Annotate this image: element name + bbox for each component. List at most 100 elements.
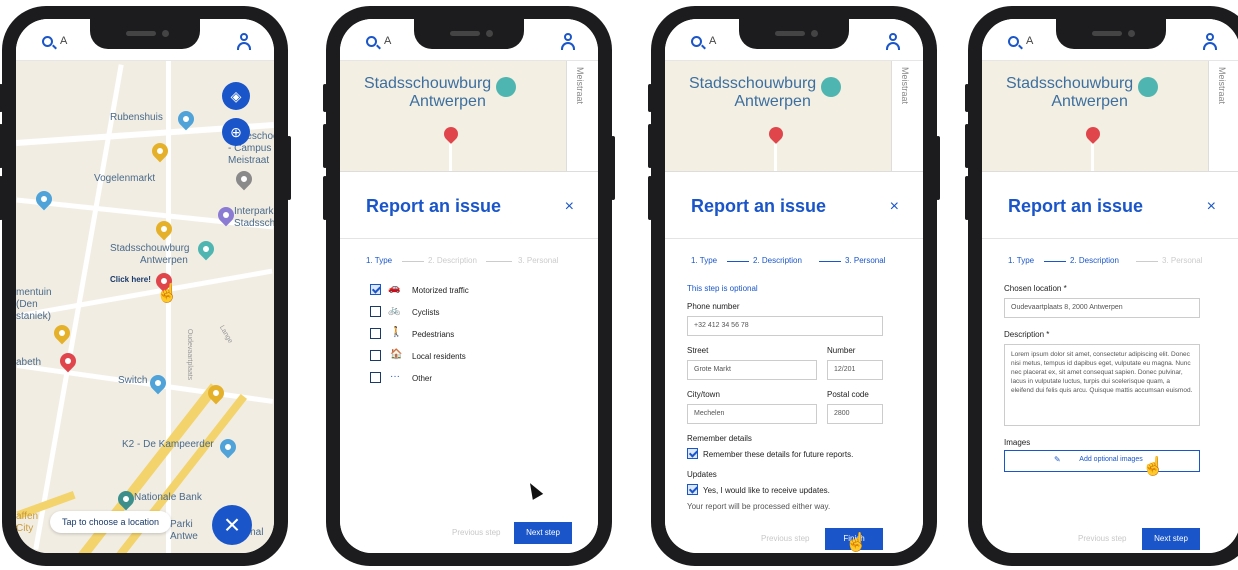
- optional-note: This step is optional: [687, 284, 758, 293]
- map-label-abeth: abeth: [16, 357, 42, 368]
- remember-checkbox[interactable]: [687, 448, 698, 459]
- checkbox-cyclists[interactable]: [370, 306, 381, 317]
- search-icon[interactable]: [1008, 36, 1019, 47]
- map-preview[interactable]: Meistraat Stadsschouwburg Antwerpen: [665, 61, 923, 171]
- search-input[interactable]: A: [60, 35, 67, 47]
- checkbox-motorized[interactable]: [370, 284, 381, 295]
- description-textarea[interactable]: Lorem ipsum dolor sit amet, consectetur …: [1004, 344, 1200, 426]
- close-map-button[interactable]: ×: [212, 505, 252, 545]
- map-label-nationale-bank: Nationale Bank: [134, 492, 202, 503]
- search-input[interactable]: A: [709, 35, 716, 47]
- map-label-stadsschouwburg: Stadsschouwburg: [110, 243, 190, 254]
- previous-step-button[interactable]: Previous step: [761, 534, 809, 543]
- search-icon[interactable]: [691, 36, 702, 47]
- arrow-cursor-icon: [524, 480, 544, 500]
- search-icon[interactable]: [42, 36, 53, 47]
- remember-heading: Remember details: [687, 434, 752, 443]
- user-icon[interactable]: [236, 33, 252, 50]
- venue-pin-icon: [821, 77, 841, 97]
- map-label-vogelenmarkt: Vogelenmarkt: [94, 173, 156, 184]
- panel-title: Report an issue: [366, 196, 502, 216]
- updates-heading: Updates: [687, 470, 717, 479]
- location-marker-icon: [441, 124, 461, 144]
- choose-location-chip[interactable]: Tap to choose a location: [50, 511, 172, 533]
- panel-title: Report an issue: [1008, 196, 1144, 216]
- step-3: 3. Personal: [518, 256, 559, 265]
- map-preview[interactable]: Meistraat Stadsschouwburg Antwerpen: [982, 61, 1238, 171]
- crosshair-icon: ⊕: [230, 124, 242, 140]
- location-marker-icon: [766, 124, 786, 144]
- layers-button[interactable]: ◈: [222, 82, 250, 110]
- checkbox-other[interactable]: [370, 372, 381, 383]
- place-pin-icon-2[interactable]: [32, 187, 56, 211]
- map-label-interpark: Interpark: [234, 206, 274, 217]
- number-input[interactable]: 12/201: [827, 360, 883, 380]
- previous-step-button[interactable]: Previous step: [1078, 534, 1126, 543]
- search-icon[interactable]: [366, 36, 377, 47]
- city-input[interactable]: Mechelen: [687, 404, 817, 424]
- hand-cursor-icon: ☝: [845, 532, 868, 552]
- search-input[interactable]: A: [1026, 35, 1033, 47]
- my-location-button[interactable]: ⊕: [222, 118, 250, 146]
- map-label-parki: Parki: [170, 519, 193, 530]
- next-step-button[interactable]: Next step: [514, 522, 572, 544]
- location-label: Chosen location *: [1004, 284, 1067, 293]
- map-label-stadssch: Stadssch: [234, 218, 274, 229]
- venue-name: Stadsschouwburg: [364, 75, 492, 92]
- previous-step-button[interactable]: Previous step: [452, 528, 500, 537]
- step-2: 2. Description: [753, 256, 802, 265]
- street-field-label: Street: [687, 346, 709, 355]
- postal-field-label: Postal code: [827, 390, 869, 399]
- close-icon[interactable]: ×: [565, 198, 574, 216]
- street-input[interactable]: Grote Markt: [687, 360, 817, 380]
- map-preview[interactable]: Meistraat Stadsschouwburg Antwerpen: [340, 61, 598, 171]
- search-input[interactable]: A: [384, 35, 391, 47]
- map-view[interactable]: Rubenshuis Hogeschool - Campus Meistraat…: [16, 61, 274, 553]
- map-label-k2: K2 - De Kampeerder: [122, 439, 214, 450]
- step-3: 3. Personal: [845, 256, 886, 265]
- postal-input[interactable]: 2800: [827, 404, 883, 424]
- user-icon[interactable]: [1202, 33, 1218, 50]
- map-label-den: (Den: [16, 299, 38, 310]
- map-label-oudevaart: Oudevaartplaats: [186, 328, 194, 381]
- user-icon[interactable]: [560, 33, 576, 50]
- venue-pin-icon: [496, 77, 516, 97]
- phone-frame-3: A Meistraat Stadsschouwburg Antwerpen Rep…: [648, 6, 940, 566]
- screen-description-step: A Meistraat Stadsschouwburg Antwerpen Rep…: [982, 19, 1238, 553]
- map-label-city: City: [16, 523, 34, 534]
- map-label-meistraat: Meistraat: [228, 155, 270, 166]
- close-icon[interactable]: ×: [890, 198, 899, 216]
- map-label-switch: Switch: [118, 375, 148, 386]
- checkbox-pedestrians[interactable]: [370, 328, 381, 339]
- updates-label: Yes, I would like to receive updates.: [703, 486, 830, 495]
- place-pin-icon[interactable]: [232, 167, 256, 191]
- step-1: 1. Type: [1008, 256, 1035, 265]
- hand-cursor-icon: ☝: [156, 283, 179, 303]
- report-panel: Report an issue × 1. Type 2. Description…: [340, 171, 598, 553]
- shop-pin-icon-5[interactable]: [216, 435, 240, 459]
- option-local-residents-label: Local residents: [412, 352, 466, 361]
- option-other-label: Other: [412, 374, 433, 383]
- car-icon: 🚗: [388, 283, 401, 294]
- map-label-staniek: staniek): [16, 311, 52, 322]
- add-images-button[interactable]: Add optional images: [1004, 450, 1200, 472]
- close-icon[interactable]: ×: [1207, 198, 1216, 216]
- venue-city: Antwerpen: [409, 93, 486, 110]
- venue-name: Stadsschouwburg: [1006, 75, 1134, 92]
- screen-map: A Rubenshuis Hogeschool - Campus Meistra…: [16, 19, 274, 553]
- phone-input[interactable]: +32 412 34 56 78: [687, 316, 883, 336]
- user-icon[interactable]: [885, 33, 901, 50]
- phone-label: Phone number: [687, 302, 740, 311]
- phone-frame-4: A Meistraat Stadsschouwburg Antwerpen Rep…: [965, 6, 1238, 566]
- updates-checkbox[interactable]: [687, 484, 698, 495]
- map-label-affe: affen: [16, 511, 39, 522]
- remember-label: Remember these details for future report…: [703, 450, 854, 459]
- venue-pin-icon[interactable]: [194, 237, 218, 261]
- location-input[interactable]: Oudevaartplaats 8, 2000 Antwerpen: [1004, 298, 1200, 318]
- map-label-antw: Antwe: [170, 531, 198, 542]
- checkbox-local-residents[interactable]: [370, 350, 381, 361]
- next-step-button[interactable]: Next step: [1142, 528, 1200, 550]
- location-marker-icon: [1083, 124, 1103, 144]
- shop-pin-icon-2[interactable]: [152, 217, 176, 241]
- street-label: Meistraat: [1217, 67, 1227, 105]
